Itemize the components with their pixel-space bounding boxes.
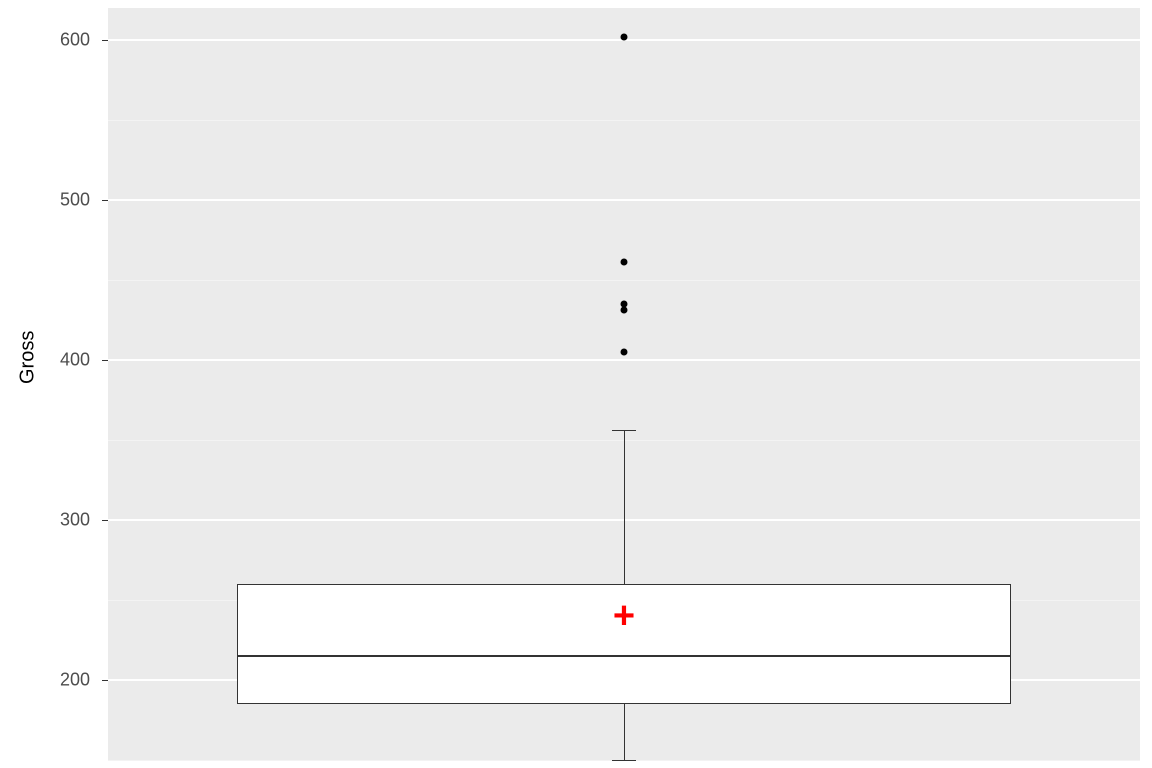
y-tick-mark — [102, 520, 108, 521]
outlier-point — [621, 301, 628, 308]
y-tick-label: 200 — [0, 670, 90, 691]
boxplot-chart: 200 300 400 500 600 Gross + — [0, 0, 1152, 768]
y-tick-mark — [102, 40, 108, 41]
y-tick-label: 600 — [0, 30, 90, 51]
outlier-point — [621, 349, 628, 356]
gridline-major — [108, 199, 1140, 201]
outlier-point — [621, 259, 628, 266]
gridline-major — [108, 359, 1140, 361]
whisker-cap — [612, 430, 636, 431]
whisker-cap — [612, 760, 636, 761]
y-tick-mark — [102, 360, 108, 361]
y-tick-label: 400 — [0, 350, 90, 371]
mean-marker-plus-icon: + — [613, 597, 635, 635]
gridline-minor — [108, 120, 1140, 121]
y-tick-label: 500 — [0, 190, 90, 211]
gridline-minor — [108, 280, 1140, 281]
whisker-line — [624, 430, 625, 584]
y-axis-title: Gross — [17, 331, 40, 384]
outlier-point — [621, 33, 628, 40]
outlier-point — [621, 307, 628, 314]
whisker-line — [624, 704, 625, 760]
y-tick-mark — [102, 680, 108, 681]
y-tick-mark — [102, 200, 108, 201]
median-line — [237, 655, 1011, 657]
y-tick-label: 300 — [0, 510, 90, 531]
